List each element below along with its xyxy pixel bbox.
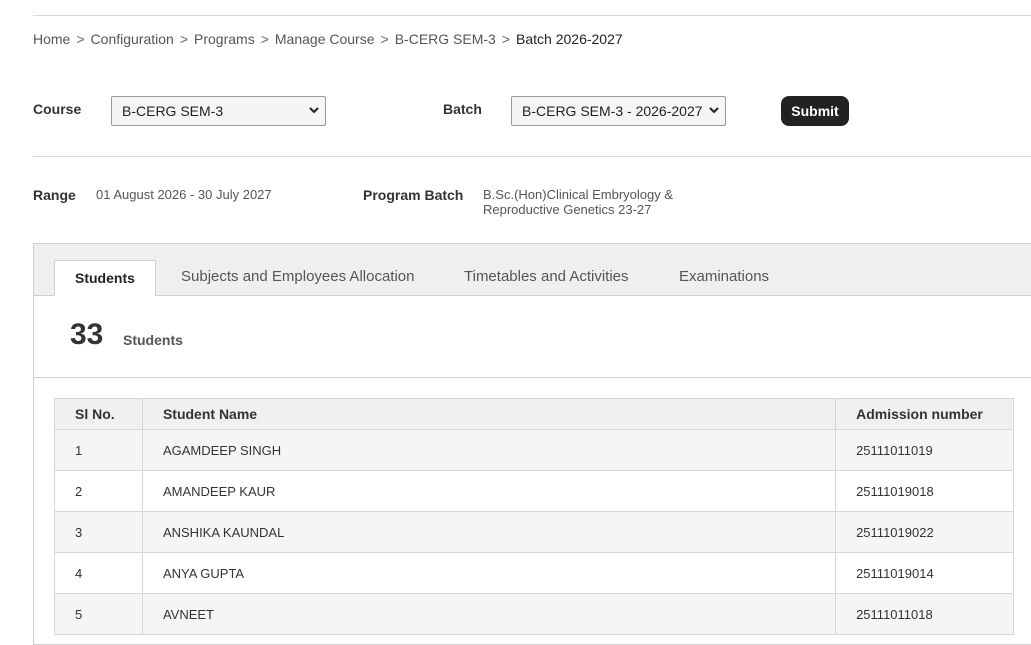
cell-sl-no: 4 (54, 552, 143, 594)
cell-sl-no: 3 (54, 511, 143, 553)
students-count-number: 33 (70, 318, 104, 351)
cell-admission-number: 25111011019 (835, 429, 1014, 471)
breadcrumb: Home > Configuration > Programs > Manage Cours… (33, 31, 623, 47)
top-divider (33, 15, 1031, 16)
submit-button[interactable]: Submit (781, 96, 849, 126)
students-count-label: Students (123, 332, 183, 348)
batch-select[interactable]: B-CERG SEM-3 - 2026-2027 (511, 96, 726, 126)
cell-admission-number: 25111019022 (835, 511, 1014, 553)
table-row[interactable]: 2 AMANDEEP KAUR 25111019018 (54, 470, 1014, 512)
course-label: Course (33, 101, 82, 117)
breadcrumb-separator: > (260, 31, 269, 47)
course-select[interactable]: B-CERG SEM-3 (111, 96, 326, 126)
chevron-down-icon (309, 97, 319, 136)
table-row[interactable]: 5 AVNEET 25111011018 (54, 593, 1014, 635)
program-batch-line1: B.Sc.(Hon)Clinical Embryology & (483, 187, 674, 202)
tab-bar: Students Subjects and Employees Allocati… (34, 244, 1031, 296)
breadcrumb-programs[interactable]: Programs (194, 31, 255, 47)
batch-label: Batch (443, 101, 482, 117)
cell-admission-number: 25111019018 (835, 470, 1014, 512)
students-count-area: 33 Students (34, 296, 1031, 378)
chevron-down-icon (709, 97, 719, 136)
cell-sl-no: 1 (54, 429, 143, 471)
cell-student-name: AGAMDEEP SINGH (141, 429, 837, 471)
section-divider (33, 156, 1031, 157)
tab-timetables-activities[interactable]: Timetables and Activities (444, 260, 649, 295)
header-admission-number: Admission number (835, 398, 1014, 430)
breadcrumb-home[interactable]: Home (33, 31, 70, 47)
cell-student-name: AVNEET (141, 593, 837, 635)
breadcrumb-separator: > (179, 31, 189, 47)
breadcrumb-manage-course[interactable]: Manage Course (275, 31, 375, 47)
header-sl-no: Sl No. (54, 398, 143, 430)
tab-examinations[interactable]: Examinations (659, 260, 789, 295)
cell-admission-number: 25111019014 (835, 552, 1014, 594)
cell-admission-number: 25111011018 (835, 593, 1014, 635)
tab-students[interactable]: Students (54, 260, 156, 296)
breadcrumb-course[interactable]: B-CERG SEM-3 (395, 31, 496, 47)
cell-sl-no: 2 (54, 470, 143, 512)
course-select-value: B-CERG SEM-3 (122, 103, 224, 119)
breadcrumb-separator: > (76, 31, 85, 47)
range-value: 01 August 2026 - 30 July 2027 (96, 187, 272, 202)
program-batch-label: Program Batch (363, 187, 464, 203)
cell-student-name: AMANDEEP KAUR (141, 470, 837, 512)
table-row[interactable]: 1 AGAMDEEP SINGH 25111011019 (54, 429, 1014, 471)
batch-select-value: B-CERG SEM-3 - 2026-2027 (522, 103, 703, 119)
program-batch-value: B.Sc.(Hon)Clinical Embryology & Reproduc… (483, 187, 673, 217)
breadcrumb-current: Batch 2026-2027 (516, 31, 623, 47)
breadcrumb-separator: > (380, 31, 389, 47)
cell-sl-no: 5 (54, 593, 143, 635)
breadcrumb-separator: > (501, 31, 511, 47)
students-table: Sl No. Student Name Admission number 1 A… (54, 398, 1014, 635)
breadcrumb-configuration[interactable]: Configuration (91, 31, 174, 47)
tab-subjects-employees-allocation[interactable]: Subjects and Employees Allocation (161, 260, 434, 295)
table-row[interactable]: 3 ANSHIKA KAUNDAL 25111019022 (54, 511, 1014, 553)
header-student-name: Student Name (141, 398, 837, 430)
range-label: Range (33, 187, 76, 203)
cell-student-name: ANSHIKA KAUNDAL (141, 511, 837, 553)
table-header-row: Sl No. Student Name Admission number (54, 398, 1014, 430)
table-row[interactable]: 4 ANYA GUPTA 25111019014 (54, 552, 1014, 594)
program-batch-line2: Reproductive Genetics 23-27 (483, 202, 652, 217)
cell-student-name: ANYA GUPTA (141, 552, 837, 594)
